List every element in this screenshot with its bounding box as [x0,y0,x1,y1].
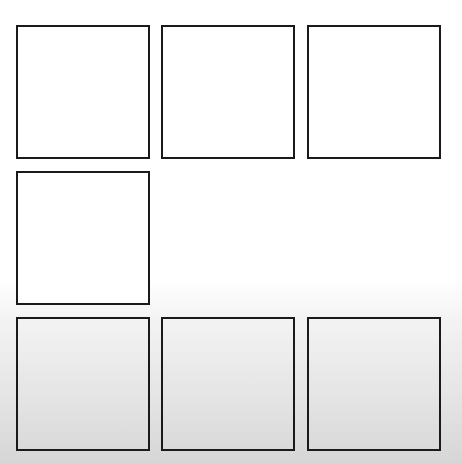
grid-square[interactable] [16,171,150,305]
grid-square[interactable] [307,317,441,451]
grid-square[interactable] [307,25,441,159]
grid-square[interactable] [161,25,295,159]
grid-square[interactable] [161,317,295,451]
grid-square[interactable] [16,317,150,451]
grid-square[interactable] [16,25,150,159]
square-grid [0,0,462,464]
